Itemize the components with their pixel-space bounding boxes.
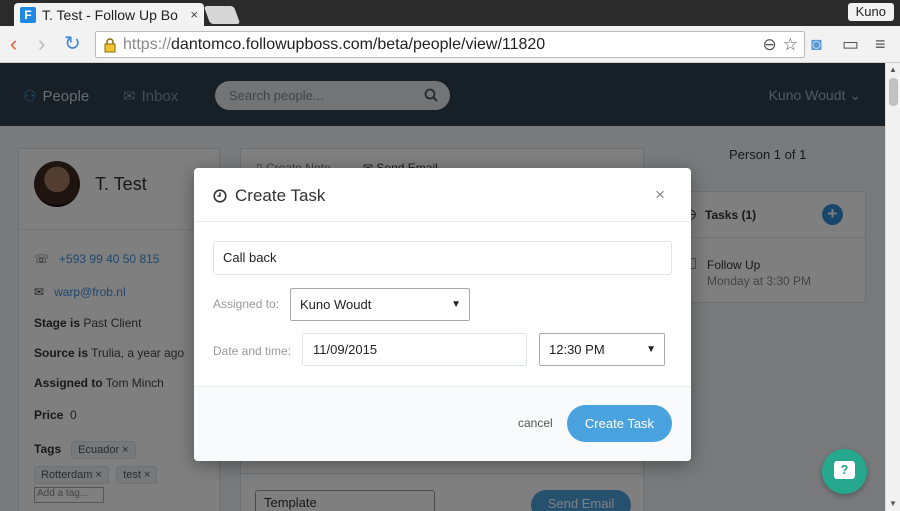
browser-toolbar: ‹ › ↻ https://dantomco.followupboss.com/… bbox=[0, 26, 900, 63]
dropdown-arrow-icon: ▼ bbox=[451, 299, 461, 310]
back-icon[interactable]: ‹ bbox=[10, 33, 17, 55]
modal-title: Create Task bbox=[235, 186, 326, 205]
forward-icon[interactable]: › bbox=[38, 33, 45, 55]
help-chat-button[interactable]: ? bbox=[822, 449, 867, 494]
date-input[interactable]: 11/09/2015 bbox=[302, 333, 527, 366]
url-text: https://dantomco.followupboss.com/beta/p… bbox=[123, 35, 546, 53]
time-select[interactable]: 12:30 PM ▼ bbox=[539, 333, 665, 366]
tab-title: T. Test - Follow Up Bo bbox=[42, 6, 178, 23]
zoom-icon[interactable]: ⊖ bbox=[763, 35, 777, 55]
browser-tabstrip: F T. Test - Follow Up Bo × Kuno bbox=[0, 0, 900, 26]
cast-icon[interactable]: ▭ bbox=[842, 34, 859, 55]
modal-footer: cancel Create Task bbox=[194, 386, 691, 461]
clock-icon bbox=[213, 189, 227, 203]
menu-icon[interactable]: ≡ bbox=[875, 34, 886, 55]
modal-header: Create Task × bbox=[194, 168, 691, 222]
create-task-modal: Create Task × Call back Assigned to: Kun… bbox=[194, 168, 691, 461]
close-icon[interactable]: × bbox=[655, 185, 665, 205]
assigned-to-label: Assigned to: bbox=[213, 297, 280, 311]
dropdown-arrow-icon: ▼ bbox=[646, 344, 656, 355]
followupboss-favicon-icon: F bbox=[20, 6, 36, 23]
new-tab-button[interactable] bbox=[203, 6, 241, 24]
scroll-thumb[interactable] bbox=[889, 78, 898, 106]
address-bar[interactable]: https://dantomco.followupboss.com/beta/p… bbox=[95, 31, 805, 58]
scroll-up-icon[interactable]: ▲ bbox=[889, 65, 897, 74]
bookmark-star-icon[interactable]: ☆ bbox=[783, 35, 798, 55]
date-time-label: Date and time: bbox=[213, 344, 292, 358]
tab-close-icon[interactable]: × bbox=[190, 7, 198, 22]
cancel-button[interactable]: cancel bbox=[518, 416, 553, 430]
scroll-down-icon[interactable]: ▼ bbox=[889, 499, 897, 508]
create-task-button[interactable]: Create Task bbox=[567, 405, 672, 442]
page-scrollbar[interactable]: ▲ ▼ bbox=[885, 63, 900, 511]
task-name-input[interactable]: Call back bbox=[213, 241, 672, 275]
profile-button[interactable]: Kuno bbox=[847, 3, 894, 21]
assigned-to-select[interactable]: Kuno Woudt ▼ bbox=[290, 288, 470, 321]
lock-warning-icon bbox=[104, 37, 116, 52]
reload-icon[interactable]: ↻ bbox=[64, 33, 81, 55]
browser-tab[interactable]: F T. Test - Follow Up Bo × bbox=[14, 3, 204, 26]
camera-extension-icon[interactable]: ◙ bbox=[811, 34, 822, 55]
help-icon: ? bbox=[834, 461, 855, 479]
